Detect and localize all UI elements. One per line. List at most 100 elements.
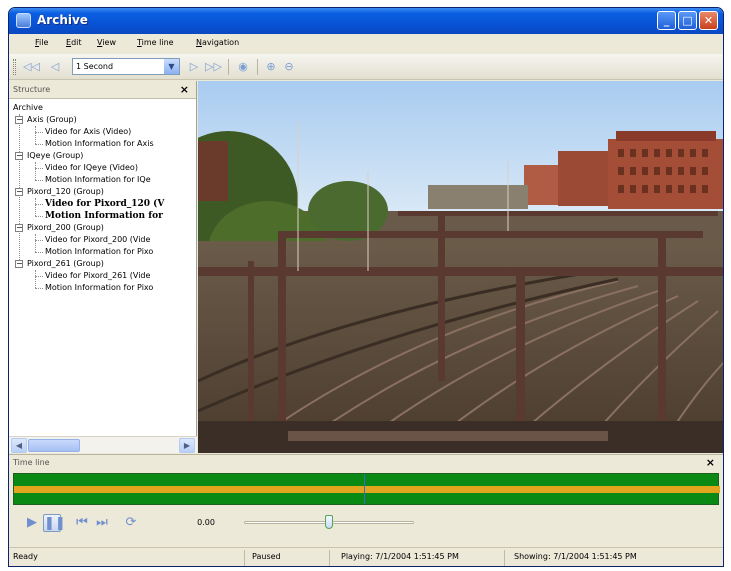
menu-bar: File Edit View Time line Navigation [9, 34, 723, 54]
tree-item[interactable]: Video for Pixord_261 (Vide [45, 270, 150, 282]
tree-connector [35, 168, 43, 169]
timeline-panel: Time line × [9, 454, 723, 506]
status-separator [244, 550, 245, 566]
timeline-title: Time line [13, 458, 50, 467]
tree-item[interactable]: Video for Pixord_200 (Vide [45, 234, 150, 246]
structure-tree: Archive − Axis (Group) Video for Axis (Vide… [9, 100, 197, 434]
tree-item[interactable]: Motion Information for Pixo [45, 282, 153, 294]
minimize-button[interactable]: _ [657, 11, 676, 30]
tree-connector [35, 126, 36, 144]
tree-item[interactable]: Motion Information for IQe [45, 174, 151, 186]
status-mode: Paused [252, 552, 281, 561]
app-icon [16, 13, 31, 28]
structure-panel: Structure × Archive − Axis (Group) Video fo… [9, 81, 197, 453]
menu-timeline[interactable]: Time line [137, 38, 174, 47]
close-button[interactable]: ✕ [699, 11, 718, 30]
status-separator [504, 550, 505, 566]
maximize-icon: □ [682, 14, 693, 27]
tree-connector [35, 144, 43, 145]
tree-connector [35, 276, 43, 277]
playback-slider-thumb[interactable] [325, 515, 333, 529]
tree-connector [35, 162, 36, 180]
tree-item[interactable]: Motion Information for [45, 210, 163, 222]
tree-group[interactable]: Pixord_120 (Group) [27, 186, 104, 198]
maximize-button[interactable]: □ [678, 11, 697, 30]
tree-connector [35, 240, 43, 241]
tree-collapse-icon[interactable]: − [15, 224, 23, 232]
tree-group[interactable]: Pixord_261 (Group) [27, 258, 104, 270]
timeline-bar[interactable] [13, 473, 720, 505]
tree-connector [35, 180, 43, 181]
menu-view[interactable]: View [97, 38, 116, 47]
menu-navigation[interactable]: Navigation [196, 38, 239, 47]
status-separator [329, 550, 330, 566]
tree-item[interactable]: Video for IQeye (Video) [45, 162, 138, 174]
tree-connector [35, 234, 36, 252]
structure-header: Structure × [9, 81, 196, 99]
player-controls: ▶ ❚❚ ⏮ ⏭ ⟳ 0.00 [9, 506, 723, 538]
toolbar-separator [257, 59, 258, 75]
scroll-thumb[interactable] [28, 439, 80, 452]
camera-icon[interactable]: ◉ [235, 59, 251, 75]
tree-group[interactable]: Axis (Group) [27, 114, 77, 126]
tree-collapse-icon[interactable]: − [15, 116, 23, 124]
video-view[interactable] [198, 81, 723, 453]
menu-edit[interactable]: Edit [66, 38, 82, 47]
tree-collapse-icon[interactable]: − [15, 260, 23, 268]
title-bar[interactable]: Archive _ □ ✕ [9, 8, 723, 34]
tree-item[interactable]: Motion Information for Pixo [45, 246, 153, 258]
tree-connector [35, 270, 36, 288]
tree-root[interactable]: Archive [13, 102, 43, 114]
timeline-close-icon[interactable]: × [706, 456, 715, 469]
step-forward-far-icon[interactable]: ▷▷ [205, 59, 222, 75]
menu-file[interactable]: File [35, 38, 48, 47]
tree-group[interactable]: IQeye (Group) [27, 150, 83, 162]
step-forward-icon[interactable]: ▷ [186, 59, 202, 75]
status-playing: Playing: 7/1/2004 1:51:45 PM [341, 552, 459, 561]
scroll-right-icon[interactable]: ▶ [179, 438, 195, 453]
toolbar-grip[interactable] [13, 59, 16, 75]
tree-connector [35, 198, 36, 216]
tree-connector [35, 288, 43, 289]
chevron-down-icon[interactable]: ▼ [164, 59, 179, 74]
step-back-far-icon[interactable]: ◁◁ [23, 59, 40, 75]
timeline-header: Time line × [9, 455, 723, 471]
status-bar: Ready Paused Playing: 7/1/2004 1:51:45 P… [9, 547, 723, 566]
tree-item[interactable]: Video for Axis (Video) [45, 126, 131, 138]
toolbar: ◁◁ ◁ 1 Second ▼ ▷ ▷▷ ◉ ⊕ ⊖ [9, 54, 723, 80]
tree-item[interactable]: Video for Pixord_120 (V [45, 198, 164, 210]
playback-time: 0.00 [197, 518, 215, 527]
skip-forward-icon[interactable]: ⏭ [93, 514, 111, 532]
scroll-left-icon[interactable]: ◀ [11, 438, 27, 453]
close-icon: ✕ [703, 14, 714, 27]
structure-close-icon[interactable]: × [180, 83, 189, 96]
tree-connector [35, 204, 43, 205]
loop-icon[interactable]: ⟳ [122, 514, 140, 532]
minimize-icon: _ [663, 14, 670, 27]
step-size-value: 1 Second [76, 62, 114, 71]
tree-connector [35, 132, 43, 133]
status-state: Ready [13, 552, 38, 561]
window-title: Archive [37, 13, 88, 27]
horizontal-scrollbar[interactable]: ◀ ▶ [9, 436, 197, 453]
step-size-combo[interactable]: 1 Second ▼ [72, 58, 180, 75]
timeline-events [14, 486, 720, 493]
video-frame [198, 81, 723, 453]
tree-collapse-icon[interactable]: − [15, 152, 23, 160]
play-icon[interactable]: ▶ [23, 514, 41, 532]
tree-collapse-icon[interactable]: − [15, 188, 23, 196]
tree-item[interactable]: Motion Information for Axis [45, 138, 154, 150]
step-back-icon[interactable]: ◁ [47, 59, 63, 75]
zoom-out-icon[interactable]: ⊖ [281, 59, 297, 75]
pause-icon[interactable]: ❚❚ [43, 514, 66, 532]
tree-connector [35, 216, 43, 217]
structure-title: Structure [13, 85, 51, 94]
status-showing: Showing: 7/1/2004 1:51:45 PM [514, 552, 637, 561]
tree-group[interactable]: Pixord_200 (Group) [27, 222, 104, 234]
timeline-cursor[interactable] [364, 474, 365, 504]
tree-connector [35, 252, 43, 253]
skip-back-icon[interactable]: ⏮ [73, 514, 91, 532]
archive-window: Archive _ □ ✕ File Edit View Time line N… [8, 7, 724, 567]
zoom-in-icon[interactable]: ⊕ [263, 59, 279, 75]
toolbar-separator [228, 59, 229, 75]
